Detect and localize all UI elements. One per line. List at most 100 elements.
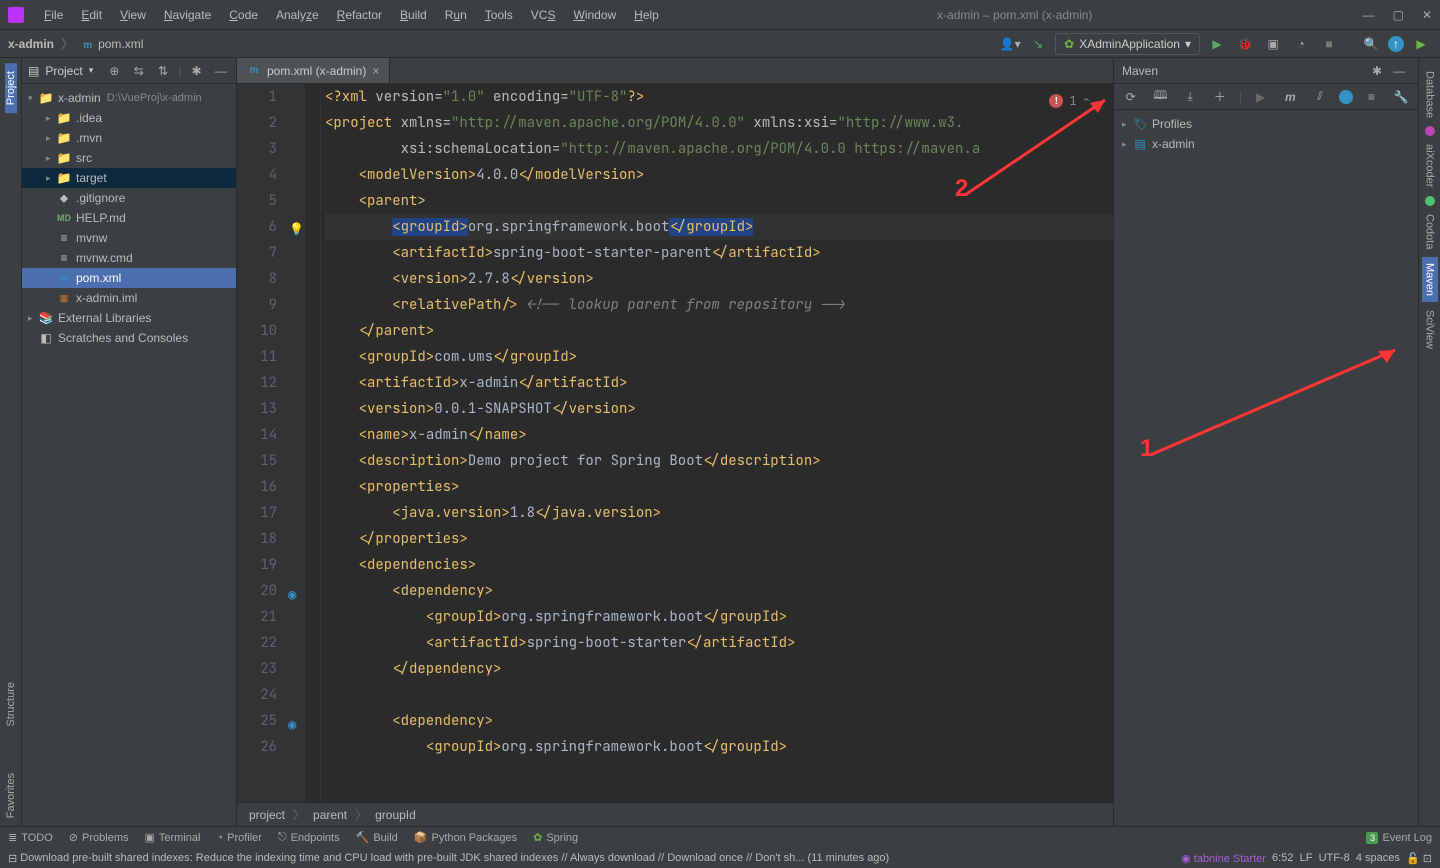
code-editor[interactable]: 1234567891011121314151617181920212223242… [237,84,1113,802]
select-opened-icon[interactable]: ⊕ [105,60,123,82]
right-tab-sciview[interactable]: SciView [1424,302,1436,357]
tree-row[interactable]: ≡mvnw.cmd [22,248,236,268]
left-tab-project[interactable]: Project [5,63,17,113]
gear-icon[interactable]: ✱ [1366,60,1388,82]
menu-file[interactable]: File [36,4,71,26]
tool-python[interactable]: 📦 Python Packages [414,831,517,844]
tool-profiler[interactable]: ◔ Profiler [216,832,262,844]
gutter-nav-icon[interactable]: ◉ [288,712,296,738]
run-maven-icon[interactable]: ▶ [1250,86,1272,108]
tree-row[interactable]: ⬥.gitignore [22,188,236,208]
line-separator[interactable]: LF [1300,852,1313,864]
menu-tools[interactable]: Tools [477,4,521,26]
tree-row[interactable]: ≡mvnw [22,228,236,248]
tree-row[interactable]: ▾📁x-adminD:\VueProj\x-admin [22,88,236,108]
minimize-icon[interactable]: — [1363,8,1375,22]
inspection-widget[interactable]: ! 1 ⌃ ⌄ [1049,88,1103,114]
hide-panel-icon[interactable]: — [1388,60,1410,82]
download-icon[interactable]: ⤓ [1179,86,1201,108]
collapse-all-icon[interactable]: ⇅ [154,60,172,82]
intention-bulb-icon[interactable]: 💡 [289,216,304,242]
file-encoding[interactable]: UTF-8 [1319,852,1350,864]
menu-refactor[interactable]: Refactor [329,4,390,26]
debug-icon[interactable]: 🐞 [1234,33,1256,55]
menu-vcs[interactable]: VCS [523,4,564,26]
next-highlight-icon[interactable]: ⌄ [1096,88,1103,114]
tree-row[interactable]: ◧Scratches and Consoles [22,328,236,348]
toggle-skip-tests-icon[interactable] [1339,90,1353,104]
event-log-button[interactable]: 3 Event Log [1366,832,1432,844]
prev-highlight-icon[interactable]: ⌃ [1083,88,1090,114]
maven-tree-row[interactable]: ▸🏷Profiles [1114,114,1418,134]
maven-settings-icon[interactable]: 🔧 [1390,86,1412,108]
crumb-parent[interactable]: parent [313,808,347,822]
reload-icon[interactable]: ⟳ [1120,86,1142,108]
menu-edit[interactable]: Edit [73,4,110,26]
tree-row[interactable]: MDHELP.md [22,208,236,228]
hide-restore-icon[interactable]: ⊟ [8,852,17,865]
show-deps-icon[interactable]: ≡ [1361,86,1383,108]
menu-run[interactable]: Run [437,4,475,26]
build-hammer-icon[interactable]: ↘ [1027,33,1049,55]
tool-endpoints[interactable]: ⎋ Endpoints [278,831,340,844]
profile-icon[interactable]: ◔ [1290,33,1312,55]
right-tab-aixcoder[interactable]: aiXcoder [1424,136,1436,195]
fold-column[interactable] [305,84,321,802]
menu-analyze[interactable]: Analyze [268,4,327,26]
crumb-groupid[interactable]: groupId [375,808,416,822]
readonly-lock-icon[interactable]: 🔓 [1406,852,1420,865]
code-content[interactable]: <?xml version="1.0" encoding="UTF-8"?><p… [321,84,1113,802]
breadcrumb-file[interactable]: pom.xml [98,37,143,51]
user-icon[interactable]: 👤▾ [999,33,1021,55]
breadcrumb-project[interactable]: x-admin [8,37,54,51]
power-save-icon[interactable]: ⊡ [1423,852,1432,865]
maven-tree-row[interactable]: ▸▤x-admin [1114,134,1418,154]
ide-settings-icon[interactable]: ▶ [1410,33,1432,55]
menu-view[interactable]: View [112,4,154,26]
tab-pom[interactable]: m pom.xml (x-admin) × [237,58,390,83]
search-icon[interactable]: 🔍 [1360,33,1382,55]
gear-icon[interactable]: ✱ [187,60,205,82]
status-message[interactable]: Download pre-built shared indexes: Reduc… [20,852,889,864]
tool-terminal[interactable]: ▣ Terminal [144,831,200,844]
close-icon[interactable]: ✕ [1422,8,1432,22]
tree-row[interactable]: ▸📁src [22,148,236,168]
update-icon[interactable]: ↑ [1388,36,1404,52]
tree-row[interactable]: ▸📁target [22,168,236,188]
gutter-nav-icon[interactable]: ◉ [288,582,296,608]
right-tab-codota[interactable]: Codota [1424,206,1436,257]
generate-sources-icon[interactable]: 🕮 [1150,86,1172,108]
tool-problems[interactable]: ⊘ Problems [69,831,129,844]
add-icon[interactable]: ＋ [1209,86,1231,108]
hide-panel-icon[interactable]: — [212,60,230,82]
left-tab-structure[interactable]: Structure [5,674,17,735]
right-tab-maven[interactable]: Maven [1422,257,1438,302]
menu-code[interactable]: Code [221,4,266,26]
menu-build[interactable]: Build [392,4,435,26]
right-tab-database[interactable]: Database [1424,63,1436,126]
tab-close-icon[interactable]: × [372,64,379,78]
expand-all-icon[interactable]: ⇆ [130,60,148,82]
tree-row[interactable]: ▸📁.mvn [22,128,236,148]
menu-window[interactable]: Window [565,4,624,26]
tabnine-widget[interactable]: ◉ tabnine Starter [1181,852,1266,865]
coverage-icon[interactable]: ▣ [1262,33,1284,55]
menu-navigate[interactable]: Navigate [156,4,219,26]
crumb-project[interactable]: project [249,808,285,822]
run-icon[interactable]: ▶ [1206,33,1228,55]
project-view-chevron-icon[interactable]: ▾ [89,65,94,76]
maximize-icon[interactable]: ▢ [1393,8,1404,22]
stop-icon[interactable]: ■ [1318,33,1340,55]
toggle-offline-icon[interactable]: ⫽ [1309,86,1331,108]
project-tree[interactable]: ▾📁x-adminD:\VueProj\x-admin▸📁.idea▸📁.mvn… [22,84,236,826]
tool-spring[interactable]: ✿ Spring [533,831,578,844]
tool-build[interactable]: 🔨 Build [356,831,398,844]
caret-position[interactable]: 6:52 [1272,852,1293,864]
tree-row[interactable]: ▸📁.idea [22,108,236,128]
maven-tree[interactable]: ▸🏷Profiles▸▤x-admin [1114,110,1418,826]
left-tab-favorites[interactable]: Favorites [5,765,17,826]
indent-widget[interactable]: 4 spaces [1356,852,1400,864]
tree-row[interactable]: mpom.xml [22,268,236,288]
maven-m-icon[interactable]: m [1279,86,1301,108]
run-config-selector[interactable]: ✿ XAdminApplication ▾ [1055,33,1200,55]
